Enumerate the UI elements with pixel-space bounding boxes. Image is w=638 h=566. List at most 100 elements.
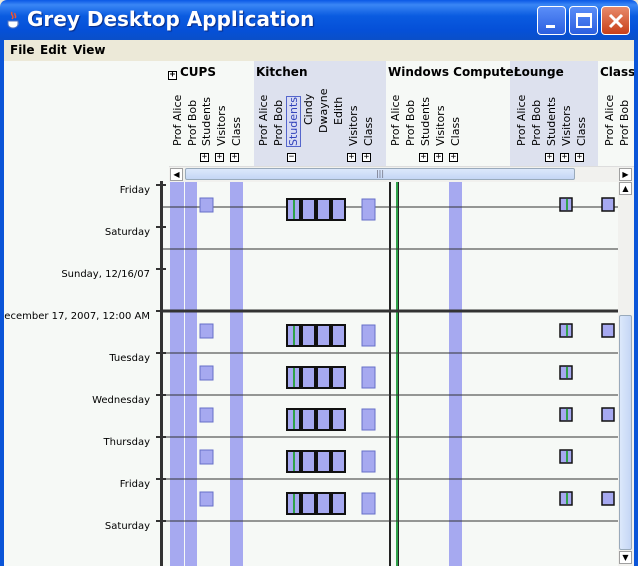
- title-bar[interactable]: Grey Desktop Application: [0, 0, 638, 40]
- event-block: [199, 197, 214, 213]
- row-label: Tuesday: [109, 353, 150, 364]
- event-block: [601, 197, 615, 212]
- row-label: Wednesday: [92, 395, 150, 406]
- event-block: [331, 198, 346, 221]
- java-app-icon: [7, 11, 20, 29]
- expand-icon[interactable]: +: [362, 153, 371, 162]
- column-label: Class: [449, 117, 462, 146]
- column-bar: [170, 181, 184, 566]
- event-block: [601, 491, 615, 506]
- expand-icon[interactable]: +: [545, 153, 554, 162]
- maximize-icon: [576, 13, 592, 28]
- event-block: [331, 408, 346, 431]
- event-marker: [293, 452, 295, 471]
- event-block: [199, 407, 214, 423]
- column-label: Visitors: [560, 105, 573, 146]
- column-bar: [185, 181, 197, 566]
- column-label: Prof Alice: [171, 94, 184, 146]
- scroll-down-button[interactable]: ▼: [619, 551, 632, 564]
- group-header-lounge[interactable]: Lounge: [514, 65, 564, 79]
- expand-icon[interactable]: +: [215, 153, 224, 162]
- column-label: Students: [286, 93, 301, 150]
- event-marker: [293, 494, 295, 513]
- event-block: [601, 407, 615, 422]
- event-block: [316, 324, 331, 347]
- column-label: Class: [575, 117, 588, 146]
- column-bar: [449, 181, 462, 566]
- divider-line: [398, 181, 399, 566]
- column-label: Prof Bob: [186, 99, 199, 146]
- expand-icon[interactable]: +: [347, 153, 356, 162]
- timeline-axis: [160, 181, 163, 566]
- expand-icon[interactable]: +: [168, 71, 177, 80]
- column-label: Cindy: [302, 93, 315, 125]
- row-label: Friday: [119, 479, 150, 490]
- group-header-kitchen[interactable]: Kitchen: [256, 65, 308, 79]
- column-label: Visitors: [347, 105, 360, 146]
- scroll-left-button[interactable]: ◀: [170, 168, 183, 181]
- expand-icon[interactable]: +: [575, 153, 584, 162]
- row-label: Thursday: [103, 437, 151, 448]
- window-title: Grey Desktop Application: [27, 7, 315, 31]
- row-label: Sunday, 12/16/07: [61, 269, 150, 280]
- expand-icon[interactable]: +: [230, 153, 239, 162]
- expand-icon[interactable]: +: [434, 153, 443, 162]
- event-block: [199, 491, 214, 507]
- expand-icon[interactable]: +: [200, 153, 209, 162]
- event-marker: [566, 451, 568, 462]
- row-label: Saturday: [104, 227, 150, 238]
- horizontal-scroll-thumb[interactable]: |||: [185, 168, 575, 180]
- close-button[interactable]: [601, 6, 630, 35]
- event-block: [601, 323, 615, 338]
- scroll-right-button[interactable]: ▶: [619, 168, 632, 181]
- column-label: Students: [545, 96, 558, 146]
- column-label: Visitors: [434, 105, 447, 146]
- minimize-icon: [546, 25, 555, 28]
- menu-edit[interactable]: Edit: [40, 43, 67, 57]
- event-block: [361, 408, 376, 431]
- event-block: [361, 324, 376, 347]
- event-block: [199, 449, 214, 465]
- event-block: [316, 366, 331, 389]
- close-icon: [608, 13, 624, 29]
- event-marker: [566, 367, 568, 378]
- column-label: Prof Alice: [515, 94, 528, 146]
- event-block: [301, 408, 316, 431]
- divider-line: [389, 181, 391, 566]
- menu-view[interactable]: View: [73, 43, 105, 57]
- maximize-button[interactable]: [569, 6, 598, 35]
- event-marker: [566, 409, 568, 420]
- minimize-button[interactable]: [537, 6, 566, 35]
- column-label: Students: [419, 96, 432, 146]
- vertical-scrollbar[interactable]: ▲ ▼: [618, 181, 634, 566]
- group-header-cups[interactable]: + CUPS: [168, 65, 216, 80]
- event-block: [301, 198, 316, 221]
- event-block: [361, 366, 376, 389]
- column-label: Prof Alice: [257, 94, 270, 146]
- expand-icon[interactable]: +: [419, 153, 428, 162]
- expand-icon[interactable]: +: [449, 153, 458, 162]
- scroll-up-button[interactable]: ▲: [619, 182, 632, 195]
- event-block: [331, 492, 346, 515]
- schedule-view: + CUPS Kitchen Windows Computer Lounge Cl…: [4, 61, 634, 566]
- vertical-scroll-thumb[interactable]: [619, 315, 632, 550]
- collapse-icon[interactable]: −: [287, 153, 296, 162]
- expand-icon[interactable]: +: [560, 153, 569, 162]
- group-header-windows-computer[interactable]: Windows Computer: [388, 65, 520, 79]
- horizontal-scrollbar[interactable]: ◀ ||| ▶: [169, 166, 634, 182]
- column-label: Prof Bob: [272, 99, 285, 146]
- column-label: Dwayne: [317, 88, 330, 133]
- column-label: Prof Alice: [389, 94, 402, 146]
- column-label: Students: [200, 96, 213, 146]
- event-marker: [293, 368, 295, 387]
- menu-file[interactable]: File: [10, 43, 35, 57]
- event-block: [361, 450, 376, 473]
- group-header-class[interactable]: Class: [600, 65, 634, 79]
- row-label: December 17, 2007, 12:00 AM: [4, 311, 150, 322]
- event-marker: [566, 199, 568, 210]
- event-block: [301, 366, 316, 389]
- row-label: Friday: [119, 185, 150, 196]
- event-marker: [293, 410, 295, 429]
- column-label: Class: [230, 117, 243, 146]
- event-marker: [293, 200, 295, 219]
